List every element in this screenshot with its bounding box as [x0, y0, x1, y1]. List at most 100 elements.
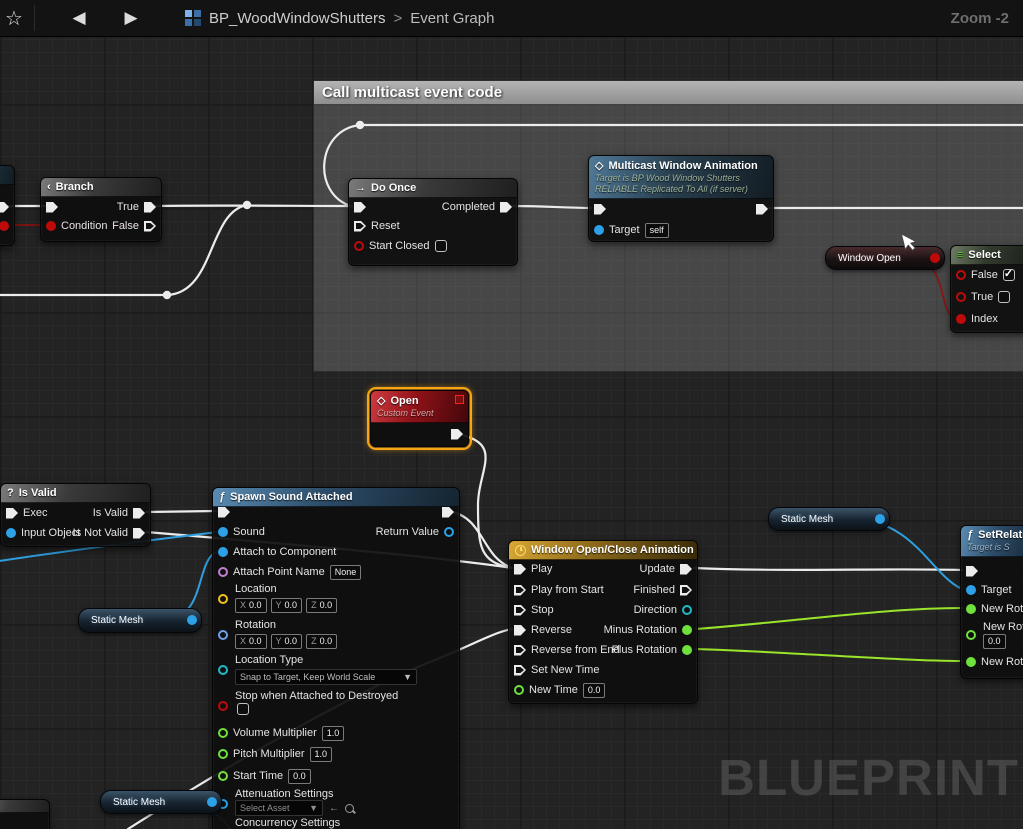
start-time-value[interactable]: 0.0: [288, 769, 311, 784]
stop-when-checkbox[interactable]: [237, 703, 249, 715]
location-type-dropdown[interactable]: Snap to Target, Keep World Scale ▼: [235, 669, 417, 685]
new-rotation-value[interactable]: 0.0: [983, 634, 1006, 649]
select-true-pin[interactable]: [956, 292, 966, 302]
node-multicast-window-animation[interactable]: ◇ Multicast Window Animation Target is B…: [588, 155, 774, 242]
minus-rotation-pin[interactable]: [682, 625, 692, 635]
sound-pin[interactable]: [218, 527, 228, 537]
new-rotation-pin-2[interactable]: [966, 630, 976, 640]
static-mesh-pin[interactable]: [207, 797, 217, 807]
play-pin[interactable]: [514, 564, 526, 575]
node-is-valid[interactable]: ? Is Valid Exec Input Object Is Valid Is…: [0, 483, 151, 547]
node-open-event[interactable]: ◇ Open Custom Event: [370, 390, 469, 447]
stop-when-pin[interactable]: [218, 701, 228, 711]
reset-pin[interactable]: [354, 221, 366, 232]
location-type-pin[interactable]: [218, 665, 228, 675]
new-time-value[interactable]: 0.0: [583, 683, 606, 698]
exec-in-pin[interactable]: [46, 202, 58, 213]
location-y-box[interactable]: Y0.0: [271, 598, 303, 613]
condition-pin[interactable]: [46, 221, 56, 231]
graph-canvas[interactable]: BLUEPRINT Call multicast event code: [0, 0, 1023, 829]
node-select[interactable]: ≡ Select False ✓ True Index: [950, 245, 1023, 333]
exec-in-pin[interactable]: [966, 566, 978, 577]
breadcrumb-graph[interactable]: Event Graph: [410, 10, 494, 27]
node-spawn-sound-attached[interactable]: ƒ Spawn Sound Attached Sound Return Valu…: [212, 487, 460, 829]
node-set-relative[interactable]: ƒ SetRelativ Target is S Target New Rota…: [960, 525, 1023, 679]
attach-point-name-value[interactable]: None: [330, 565, 362, 580]
exec-in-pin[interactable]: [6, 508, 18, 519]
new-rotation-pin-1[interactable]: [966, 604, 976, 614]
static-mesh-pin[interactable]: [187, 615, 197, 625]
rotation-y-box[interactable]: Y0.0: [271, 634, 303, 649]
attenuation-label: Attenuation Settings: [235, 788, 333, 800]
breadcrumb-asset[interactable]: BP_WoodWindowShutters: [209, 10, 385, 27]
comment-title[interactable]: Call multicast event code: [314, 81, 1023, 104]
volume-multiplier-pin[interactable]: [218, 728, 228, 738]
attenuation-asset-dropdown[interactable]: Select Asset ▼: [235, 800, 323, 816]
select-index-pin[interactable]: [956, 314, 966, 324]
false-exec-pin[interactable]: [144, 221, 156, 232]
node-timeline-window-animation[interactable]: Window Open/Close Animation Play Update …: [508, 540, 698, 704]
attach-point-name-pin[interactable]: [218, 567, 228, 577]
new-time-pin[interactable]: [514, 685, 524, 695]
var-static-mesh-bottom[interactable]: Static Mesh: [100, 790, 222, 814]
volume-multiplier-value[interactable]: 1.0: [322, 726, 345, 741]
set-new-time-pin[interactable]: [514, 665, 526, 676]
update-pin[interactable]: [680, 564, 692, 575]
var-window-open[interactable]: Window Open: [825, 246, 945, 270]
favorite-button[interactable]: ☆: [0, 4, 28, 32]
var-static-mesh-left[interactable]: Static Mesh: [78, 608, 202, 633]
exec-in-pin[interactable]: [218, 507, 230, 518]
node-clipped-left[interactable]: [0, 165, 15, 246]
browse-magnifier-icon[interactable]: [345, 804, 354, 813]
exec-in-pin[interactable]: [594, 204, 606, 215]
rotation-x-box[interactable]: X0.0: [235, 634, 267, 649]
use-selected-icon[interactable]: ←: [329, 803, 339, 814]
select-false-checkbox[interactable]: ✓: [1003, 269, 1015, 281]
static-mesh-pin[interactable]: [875, 514, 885, 524]
target-pin[interactable]: [594, 225, 604, 235]
stop-pin[interactable]: [514, 605, 526, 616]
exec-out-pin[interactable]: [451, 429, 463, 440]
rotation-pin[interactable]: [218, 630, 228, 640]
reverse-pin[interactable]: [514, 625, 526, 636]
exec-out-pin[interactable]: [756, 204, 768, 215]
nav-forward-button[interactable]: ▶: [117, 4, 145, 32]
node-do-once[interactable]: → Do Once Reset Start Closed Completed: [348, 178, 518, 266]
direction-pin[interactable]: [682, 605, 692, 615]
exec-in-pin[interactable]: [354, 202, 366, 213]
target-pin[interactable]: [966, 585, 976, 595]
location-x-box[interactable]: X0.0: [235, 598, 267, 613]
true-exec-pin[interactable]: [144, 202, 156, 213]
plus-rotation-pin[interactable]: [682, 645, 692, 655]
new-rotation-pin-3[interactable]: [966, 657, 976, 667]
pitch-multiplier-pin[interactable]: [218, 749, 228, 759]
finished-pin[interactable]: [680, 585, 692, 596]
select-false-pin[interactable]: [956, 270, 966, 280]
is-valid-out-pin[interactable]: [133, 508, 145, 519]
rotation-z-box[interactable]: Z0.0: [306, 634, 337, 649]
node-clipped-bottom-left[interactable]: [0, 799, 50, 829]
start-closed-pin[interactable]: [354, 241, 364, 251]
var-static-mesh-top[interactable]: Static Mesh: [768, 507, 890, 531]
is-not-valid-out-pin[interactable]: [133, 528, 145, 539]
start-time-pin[interactable]: [218, 771, 228, 781]
completed-pin[interactable]: [500, 202, 512, 213]
attach-to-component-pin[interactable]: [218, 547, 228, 557]
target-value-box[interactable]: self: [645, 223, 669, 238]
play-from-start-pin[interactable]: [514, 585, 526, 596]
event-binding-icon[interactable]: [455, 395, 464, 404]
bool-out-pin[interactable]: [0, 221, 9, 231]
node-branch[interactable]: ‹ Branch Condition True False: [40, 177, 162, 242]
return-value-pin[interactable]: [444, 527, 454, 537]
reverse-from-end-pin[interactable]: [514, 645, 526, 656]
nav-back-button[interactable]: ◀: [65, 4, 93, 32]
location-z-box[interactable]: Z0.0: [306, 598, 337, 613]
select-true-checkbox[interactable]: [998, 291, 1010, 303]
input-object-pin[interactable]: [6, 528, 16, 538]
location-pin[interactable]: [218, 594, 228, 604]
window-open-pin[interactable]: [930, 253, 940, 263]
exec-out-pin[interactable]: [442, 507, 454, 518]
exec-out-pin[interactable]: [0, 202, 9, 213]
start-closed-checkbox[interactable]: [435, 240, 447, 252]
pitch-multiplier-value[interactable]: 1.0: [310, 747, 333, 762]
